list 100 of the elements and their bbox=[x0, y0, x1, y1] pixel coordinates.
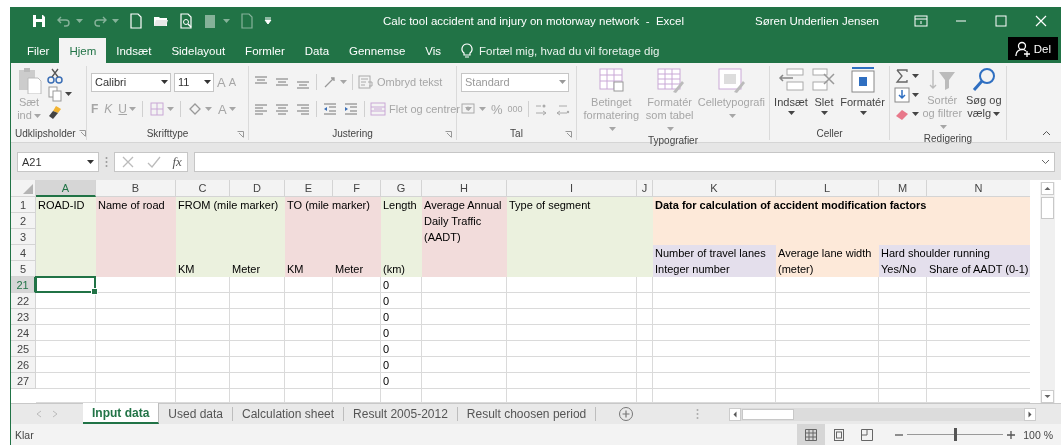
expand-icon[interactable] bbox=[1041, 158, 1050, 165]
insert-function-button[interactable]: fx bbox=[172, 153, 182, 170]
cell-value: 0 bbox=[382, 342, 391, 356]
new-file-icon[interactable] bbox=[128, 12, 144, 29]
align-center-icon[interactable] bbox=[274, 101, 290, 117]
caret-icon bbox=[167, 107, 175, 111]
scissors-icon[interactable] bbox=[47, 68, 63, 84]
column-header[interactable]: E bbox=[285, 180, 333, 197]
collapse-ribbon-icon[interactable] bbox=[1042, 130, 1051, 136]
row-header[interactable]: 3 bbox=[11, 229, 36, 245]
indent-increase-icon[interactable] bbox=[343, 101, 359, 117]
column-header[interactable]: G bbox=[381, 180, 422, 197]
column-header[interactable]: K bbox=[653, 180, 776, 197]
currency-icon[interactable] bbox=[461, 101, 477, 117]
previous-sheet-icon[interactable] bbox=[36, 410, 42, 418]
share-button[interactable]: Del bbox=[1007, 37, 1058, 60]
fill-down-icon[interactable] bbox=[894, 87, 910, 103]
row-header[interactable]: 1 bbox=[11, 197, 36, 213]
brush-icon[interactable] bbox=[47, 104, 63, 120]
scroll-down-icon[interactable] bbox=[1041, 390, 1054, 403]
column-heading: ROAD-ID bbox=[37, 198, 86, 212]
normal-view-button[interactable] bbox=[797, 424, 826, 445]
formula-field[interactable] bbox=[194, 151, 1055, 172]
column-header[interactable]: A bbox=[36, 180, 96, 197]
scrollbar-thumb[interactable] bbox=[742, 408, 795, 420]
find-select-button[interactable]: Søg og vælg bbox=[965, 66, 1002, 120]
splitter-icon[interactable] bbox=[696, 408, 700, 420]
ribbon-display-icon[interactable] bbox=[913, 12, 929, 29]
zoom-level[interactable]: 100 % bbox=[1023, 428, 1053, 441]
row-header[interactable]: 4 bbox=[11, 245, 36, 261]
align-left-icon[interactable] bbox=[253, 101, 269, 117]
row-header[interactable]: 22 bbox=[11, 293, 36, 309]
indent-decrease-icon[interactable] bbox=[322, 101, 338, 117]
row-header[interactable]: 27 bbox=[11, 373, 36, 389]
row-header[interactable]: 2 bbox=[11, 213, 36, 229]
save-icon[interactable] bbox=[31, 12, 47, 29]
add-sheet-icon[interactable] bbox=[618, 406, 635, 422]
row-header[interactable]: 23 bbox=[11, 309, 36, 325]
table-cell bbox=[637, 293, 653, 309]
delete-cells-button[interactable]: Slet bbox=[810, 66, 838, 115]
zoom-in-icon[interactable] bbox=[1007, 430, 1016, 439]
borders-icon[interactable] bbox=[149, 101, 166, 117]
drag-handle-icon[interactable] bbox=[105, 155, 108, 168]
next-sheet-icon[interactable] bbox=[52, 410, 58, 418]
ribbon-tab[interactable]: Vis bbox=[415, 38, 452, 63]
row-header[interactable]: 24 bbox=[11, 325, 36, 341]
customize-icon[interactable] bbox=[264, 16, 272, 25]
ribbon-tab[interactable]: Indsæt bbox=[106, 38, 162, 63]
insert-cells-button[interactable]: Indsæt bbox=[774, 66, 808, 115]
scroll-left-icon[interactable] bbox=[729, 407, 742, 421]
dialog-launcher-icon[interactable] bbox=[78, 129, 86, 137]
sheet-tab[interactable]: Calculation sheet bbox=[233, 407, 345, 421]
row-header[interactable]: 26 bbox=[11, 357, 36, 373]
row-header[interactable]: 5 bbox=[11, 261, 36, 277]
ribbon-tab[interactable]: Filer bbox=[17, 38, 60, 63]
column-header[interactable]: D bbox=[230, 180, 285, 197]
select-all-button[interactable] bbox=[11, 180, 36, 197]
row-header[interactable]: 25 bbox=[11, 341, 36, 357]
column-header[interactable]: L bbox=[776, 180, 879, 197]
group-label: Justering bbox=[332, 127, 373, 139]
ribbon-tab[interactable]: Formler bbox=[235, 38, 295, 63]
sheet-tab[interactable]: Used data bbox=[159, 407, 234, 421]
ribbon-tab[interactable]: Gennemse bbox=[339, 38, 416, 63]
document-icon[interactable] bbox=[239, 12, 255, 29]
column-header[interactable]: M bbox=[879, 180, 927, 197]
column-header[interactable]: C bbox=[176, 180, 230, 197]
column-header[interactable]: B bbox=[96, 180, 176, 197]
align-right-icon[interactable] bbox=[295, 101, 311, 117]
column-header[interactable]: J bbox=[637, 180, 653, 197]
column-header[interactable]: I bbox=[507, 180, 637, 197]
user-name[interactable]: Søren Underlien Jensen bbox=[755, 14, 879, 27]
row-header[interactable]: 21 bbox=[11, 277, 36, 293]
sheet-tab[interactable]: Result 2005-2012 bbox=[344, 407, 458, 421]
ribbon-tab[interactable]: Sidelayout bbox=[161, 38, 236, 63]
ribbon-tab[interactable]: Data bbox=[294, 38, 340, 63]
sheet-tab[interactable]: Input data bbox=[83, 403, 160, 424]
column-header[interactable]: F bbox=[333, 180, 381, 197]
scrollbar-thumb[interactable] bbox=[1041, 197, 1054, 219]
sigma-icon[interactable] bbox=[894, 68, 910, 84]
column-header[interactable]: H bbox=[422, 180, 507, 197]
ribbon-tab[interactable]: Hjem bbox=[59, 38, 107, 63]
print-preview-icon[interactable] bbox=[178, 12, 194, 29]
dialog-launcher-icon[interactable] bbox=[565, 131, 572, 138]
sheet-tab[interactable]: Result choosen period bbox=[457, 407, 597, 421]
caret-icon bbox=[788, 111, 796, 115]
scroll-up-icon[interactable] bbox=[1041, 182, 1054, 195]
format-cells-button[interactable]: Formatér bbox=[840, 66, 885, 115]
dialog-launcher-icon[interactable] bbox=[445, 131, 452, 138]
column-header[interactable]: N bbox=[927, 180, 1030, 197]
column-heading: (AADT) bbox=[423, 230, 462, 244]
dialog-launcher-icon[interactable] bbox=[237, 131, 244, 138]
orientation-icon[interactable] bbox=[322, 74, 338, 90]
table-cell bbox=[230, 341, 285, 357]
tell-me-field[interactable]: Fortæl mig, hvad du vil foretage dig bbox=[479, 44, 810, 57]
maximize-icon[interactable] bbox=[993, 12, 1009, 29]
zoom-slider-thumb[interactable] bbox=[954, 428, 958, 441]
scroll-right-icon[interactable] bbox=[1024, 407, 1036, 421]
group-label: Celler bbox=[816, 127, 843, 139]
name-box[interactable]: A21 bbox=[17, 151, 99, 172]
table-cell bbox=[285, 325, 333, 341]
